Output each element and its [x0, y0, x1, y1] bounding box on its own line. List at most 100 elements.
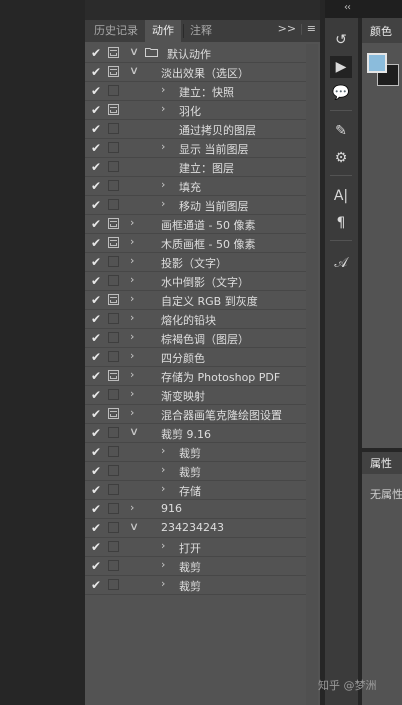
action-step-row[interactable]: ✔ › 裁剪: [85, 576, 306, 595]
action-step-row[interactable]: ✔ › 羽化: [85, 101, 306, 120]
dialog-toggle-icon[interactable]: [108, 104, 119, 115]
dialog-toggle-icon[interactable]: [108, 389, 119, 400]
chevron-right-icon[interactable]: ›: [161, 444, 165, 457]
checkmark-icon[interactable]: ✔: [89, 84, 103, 98]
action-step-row[interactable]: ✔ 通过拷贝的图层: [85, 120, 306, 139]
chevron-down-icon[interactable]: ∨: [129, 45, 139, 58]
action-row[interactable]: ✔ › 四分颜色: [85, 348, 306, 367]
action-step-row[interactable]: ✔ › 打开: [85, 538, 306, 557]
action-set-row[interactable]: ✔ ∨ 默认动作: [85, 44, 306, 63]
chevron-right-icon[interactable]: ›: [130, 273, 134, 286]
action-row[interactable]: ✔ › 渐变映射: [85, 386, 306, 405]
tab-actions[interactable]: 动作: [145, 20, 181, 42]
dialog-toggle-icon[interactable]: [108, 370, 119, 381]
tab-overflow-icon[interactable]: >>: [278, 22, 296, 35]
dialog-toggle-icon[interactable]: [108, 85, 119, 96]
dialog-toggle-icon[interactable]: [108, 294, 119, 305]
dialog-toggle-icon[interactable]: [108, 123, 119, 134]
checkmark-icon[interactable]: ✔: [89, 103, 103, 117]
history-brush-icon[interactable]: ↺: [330, 29, 352, 51]
chevron-right-icon[interactable]: ›: [161, 558, 165, 571]
tab-history[interactable]: 历史记录: [87, 20, 145, 42]
glyphs-icon[interactable]: 𝒜: [330, 252, 352, 274]
dialog-toggle-icon[interactable]: [108, 142, 119, 153]
checkmark-icon[interactable]: ✔: [89, 122, 103, 136]
action-row[interactable]: ✔ › 水中倒影（文字）: [85, 272, 306, 291]
dialog-toggle-icon[interactable]: [108, 503, 119, 514]
dialog-toggle-icon[interactable]: [108, 199, 119, 210]
dialog-toggle-icon[interactable]: [108, 484, 119, 495]
action-step-row[interactable]: ✔ › 裁剪: [85, 462, 306, 481]
chevron-down-icon[interactable]: ∨: [129, 520, 139, 533]
checkmark-icon[interactable]: ✔: [89, 407, 103, 421]
checkmark-icon[interactable]: ✔: [89, 521, 103, 535]
action-row[interactable]: ✔ › 棕褐色调（图层）: [85, 329, 306, 348]
chevron-down-icon[interactable]: ∨: [129, 425, 139, 438]
hamburger-menu-icon[interactable]: ≡: [307, 22, 316, 35]
chevron-right-icon[interactable]: ›: [161, 577, 165, 590]
chevron-right-icon[interactable]: ›: [130, 292, 134, 305]
checkmark-icon[interactable]: ✔: [89, 369, 103, 383]
tab-color[interactable]: 颜色: [362, 18, 402, 43]
checkmark-icon[interactable]: ✔: [89, 445, 103, 459]
action-step-row[interactable]: ✔ › 显示 当前图层: [85, 139, 306, 158]
dialog-toggle-icon[interactable]: [108, 446, 119, 457]
comment-icon[interactable]: 💬: [330, 82, 352, 104]
scrollbar[interactable]: [306, 44, 318, 705]
dialog-toggle-icon[interactable]: [108, 522, 119, 533]
character-icon[interactable]: A|: [330, 185, 352, 207]
checkmark-icon[interactable]: ✔: [89, 46, 103, 60]
action-row[interactable]: ✔ › 投影（文字）: [85, 253, 306, 272]
checkmark-icon[interactable]: ✔: [89, 350, 103, 364]
chevron-right-icon[interactable]: ›: [161, 140, 165, 153]
dialog-toggle-icon[interactable]: [108, 579, 119, 590]
action-row[interactable]: ✔ › 存储为 Photoshop PDF: [85, 367, 306, 386]
dialog-toggle-icon[interactable]: [108, 313, 119, 324]
checkmark-icon[interactable]: ✔: [89, 179, 103, 193]
chevron-right-icon[interactable]: ›: [161, 178, 165, 191]
checkmark-icon[interactable]: ✔: [89, 464, 103, 478]
dialog-toggle-icon[interactable]: [108, 218, 119, 229]
checkmark-icon[interactable]: ✔: [89, 578, 103, 592]
action-step-row[interactable]: ✔ › 裁剪: [85, 443, 306, 462]
panel-menu[interactable]: >> | ≡: [278, 22, 316, 35]
chevron-right-icon[interactable]: ›: [130, 349, 134, 362]
chevron-right-icon[interactable]: ›: [130, 501, 134, 514]
chevron-right-icon[interactable]: ›: [130, 368, 134, 381]
dialog-toggle-icon[interactable]: [108, 427, 119, 438]
action-row[interactable]: ✔ › 自定义 RGB 到灰度: [85, 291, 306, 310]
dialog-toggle-icon[interactable]: [108, 541, 119, 552]
checkmark-icon[interactable]: ✔: [89, 198, 103, 212]
brush-icon[interactable]: ✎: [330, 120, 352, 142]
chevron-right-icon[interactable]: ›: [130, 311, 134, 324]
checkmark-icon[interactable]: ✔: [89, 65, 103, 79]
action-row[interactable]: ✔ › 熔化的铅块: [85, 310, 306, 329]
tab-properties[interactable]: 属性: [362, 452, 402, 474]
dialog-toggle-icon[interactable]: [108, 66, 119, 77]
chevron-right-icon[interactable]: ›: [161, 463, 165, 476]
action-step-row[interactable]: ✔ › 移动 当前图层: [85, 196, 306, 215]
dialog-toggle-icon[interactable]: [108, 560, 119, 571]
checkmark-icon[interactable]: ✔: [89, 540, 103, 554]
checkmark-icon[interactable]: ✔: [89, 312, 103, 326]
dialog-toggle-icon[interactable]: [108, 237, 119, 248]
tab-notes[interactable]: 注释: [183, 20, 219, 42]
dialog-toggle-icon[interactable]: [108, 180, 119, 191]
action-row[interactable]: ✔ › 混合器画笔克隆绘图设置: [85, 405, 306, 424]
dialog-toggle-icon[interactable]: [108, 275, 119, 286]
checkmark-icon[interactable]: ✔: [89, 217, 103, 231]
action-row[interactable]: ✔ › 916: [85, 500, 306, 519]
chevron-right-icon[interactable]: ›: [161, 83, 165, 96]
chevron-right-icon[interactable]: ›: [130, 330, 134, 343]
chevron-right-icon[interactable]: ›: [130, 254, 134, 267]
chevron-right-icon[interactable]: ›: [130, 406, 134, 419]
checkmark-icon[interactable]: ✔: [89, 426, 103, 440]
checkmark-icon[interactable]: ✔: [89, 293, 103, 307]
action-step-row[interactable]: ✔ › 填充: [85, 177, 306, 196]
dialog-toggle-icon[interactable]: [108, 332, 119, 343]
checkmark-icon[interactable]: ✔: [89, 236, 103, 250]
checkmark-icon[interactable]: ✔: [89, 502, 103, 516]
action-row[interactable]: ✔ ∨ 淡出效果（选区）: [85, 63, 306, 82]
paragraph-icon[interactable]: ¶: [330, 212, 352, 234]
action-step-row[interactable]: ✔ › 建立：快照: [85, 82, 306, 101]
